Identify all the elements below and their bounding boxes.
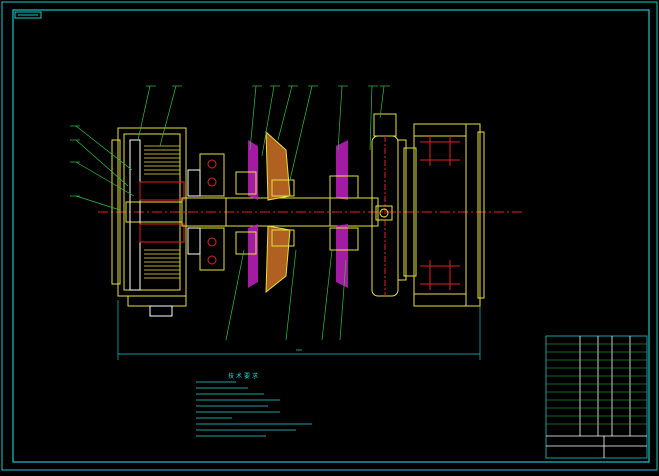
cad-drawing-canvas: 技术要求 bbox=[0, 0, 659, 472]
title-block bbox=[545, 335, 648, 459]
clutch-hub-section bbox=[139, 181, 185, 201]
crank-lever bbox=[371, 113, 407, 297]
flange-housing bbox=[403, 123, 485, 307]
inner-frame bbox=[12, 9, 650, 463]
clutch-hub-section-lower bbox=[139, 223, 185, 243]
bevel-gear-right bbox=[329, 140, 359, 288]
technical-notes-heading: 技术要求 bbox=[228, 373, 261, 380]
balloon-leader-lines bbox=[75, 85, 385, 341]
assembly-drawing bbox=[1, 1, 658, 471]
title-block-rows bbox=[546, 343, 647, 425]
technical-notes-block bbox=[196, 381, 312, 437]
flange-bolt-holes bbox=[420, 136, 460, 290]
